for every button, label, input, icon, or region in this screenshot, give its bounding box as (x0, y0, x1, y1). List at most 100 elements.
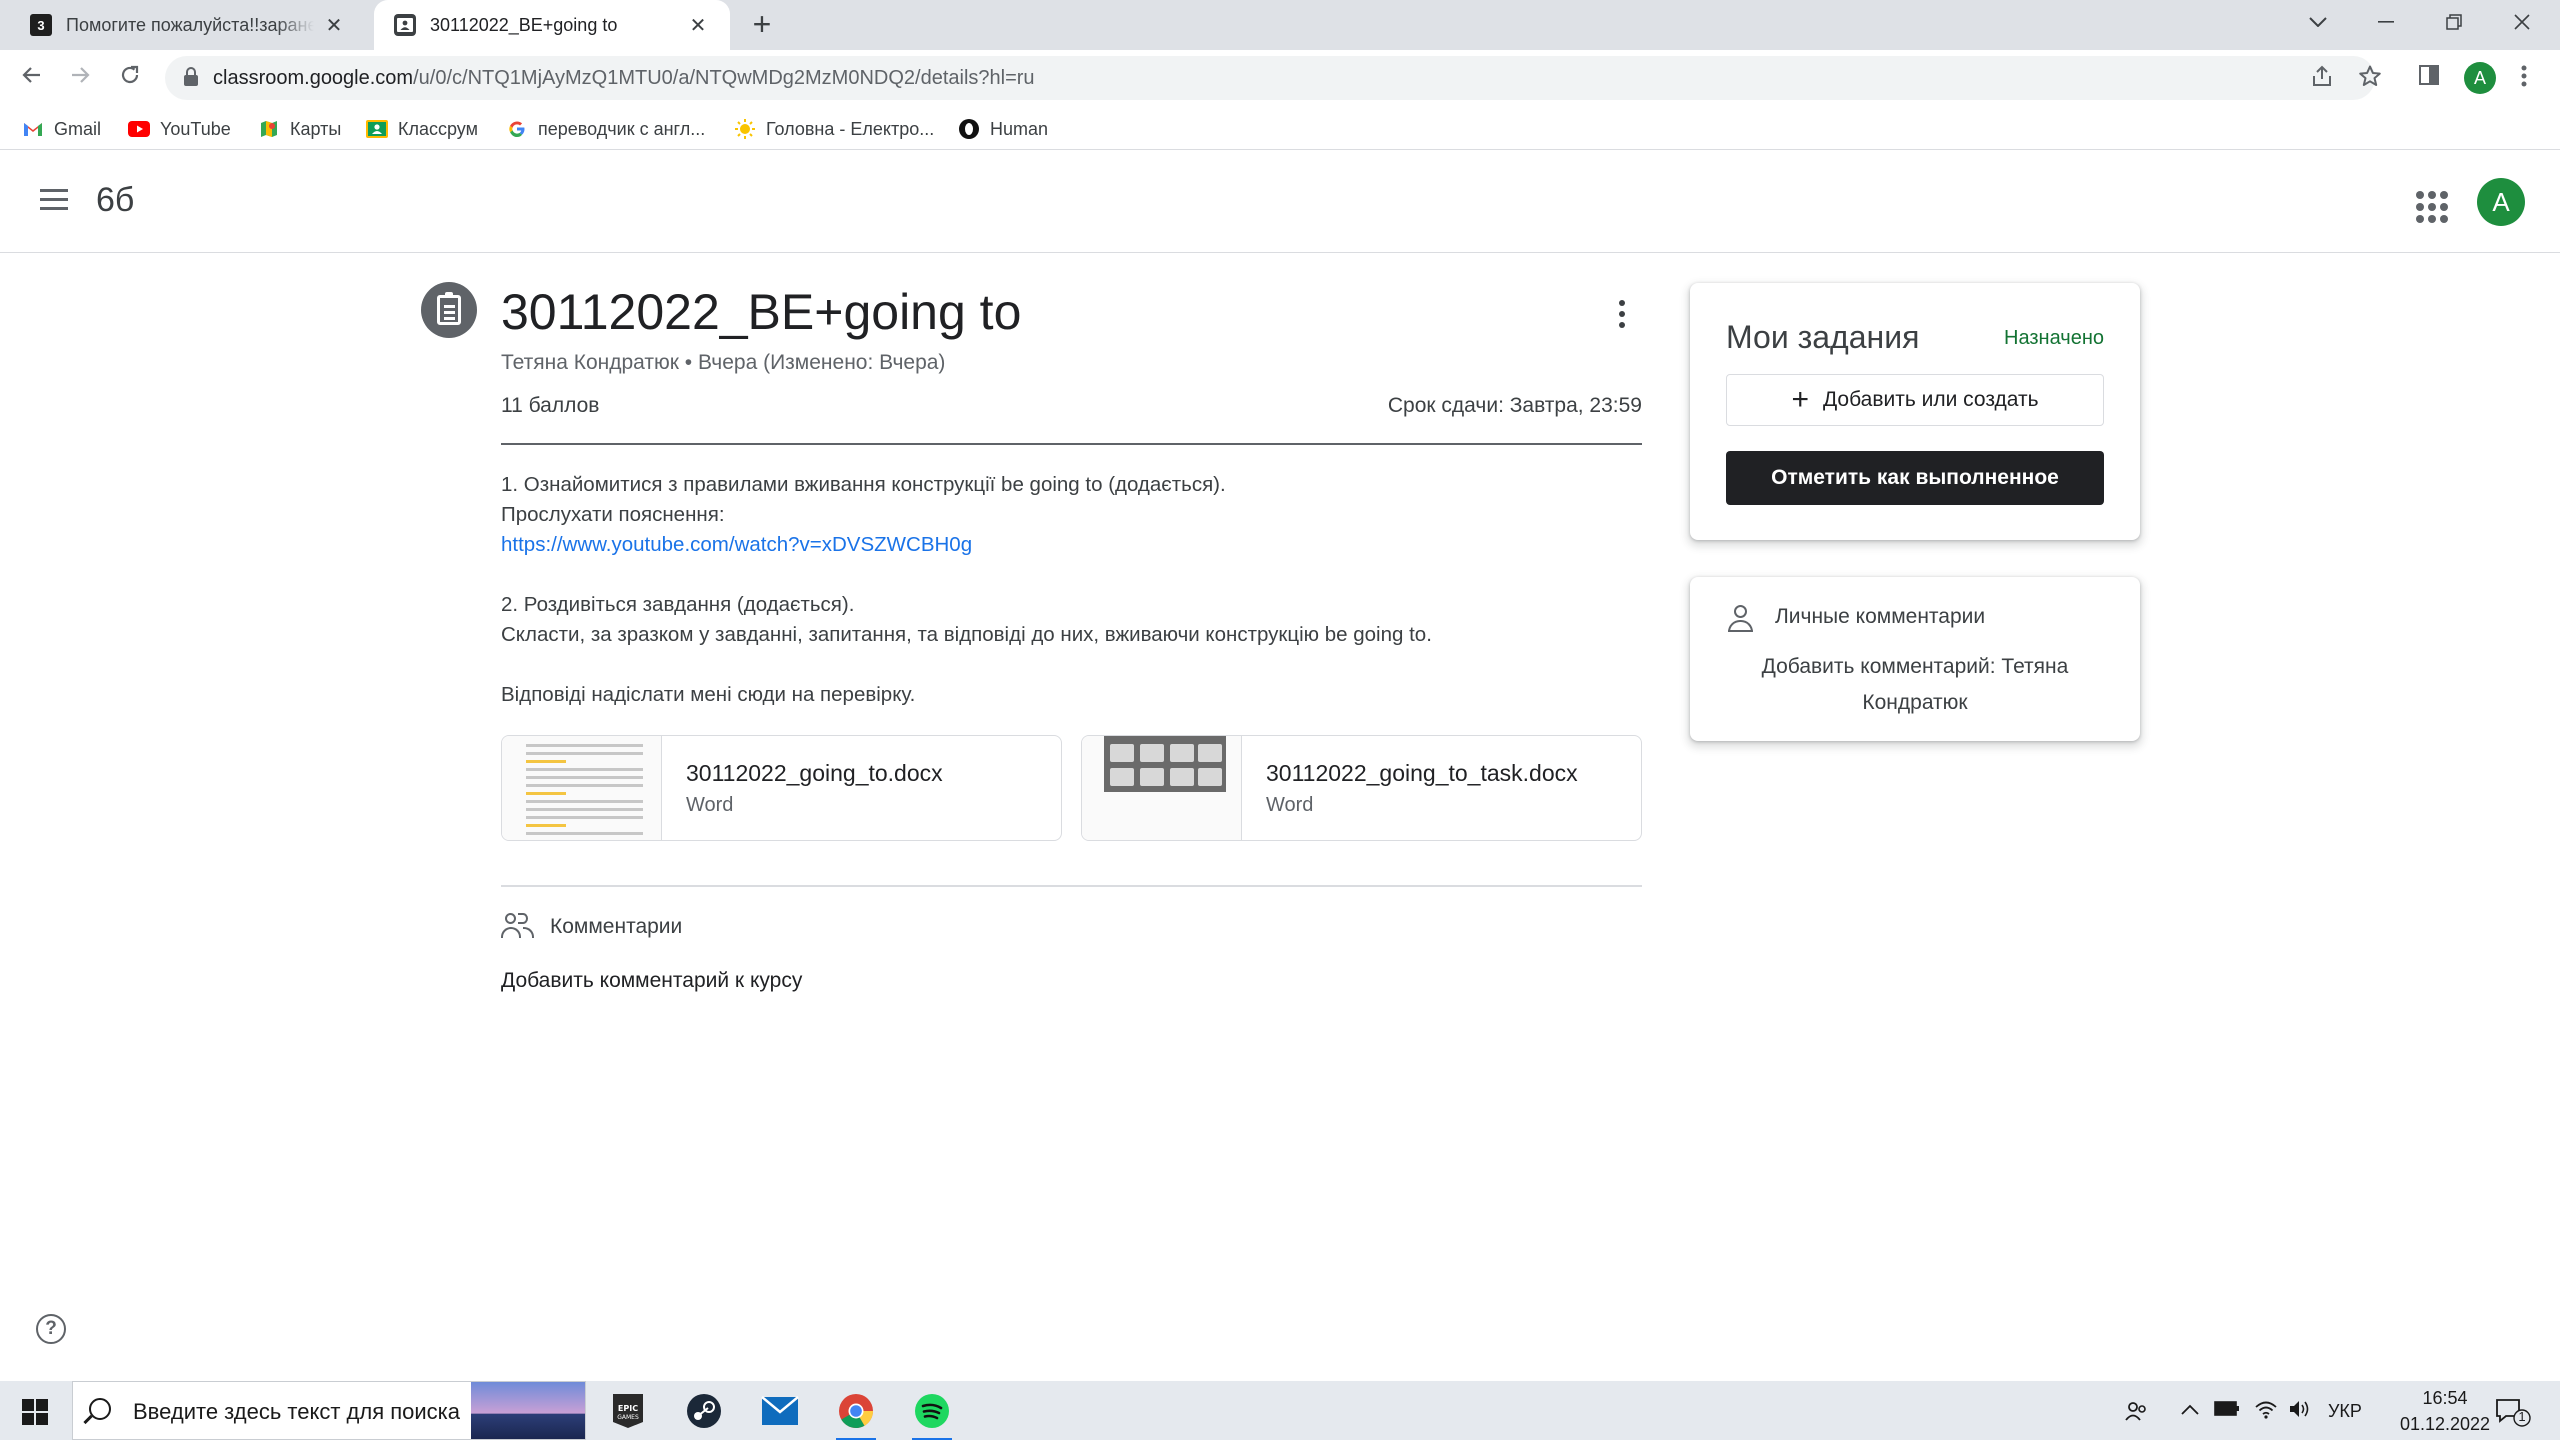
description-line: 2. Роздивіться завдання (додається). (501, 593, 855, 616)
bookmark-electro[interactable]: Головна - Електро... (734, 116, 934, 142)
status-badge: Назначено (2004, 327, 2104, 349)
bookmark-label: Human (990, 118, 1049, 139)
tab-title: Помогите пожалуйста!!заранее спасибо (66, 14, 314, 35)
more-options-icon[interactable] (1610, 298, 1634, 330)
spotify-icon[interactable] (908, 1387, 956, 1440)
steam-icon[interactable] (680, 1387, 728, 1435)
notification-count: 1 (2518, 1409, 2526, 1424)
attachment-card[interactable]: 30112022_going_to_task.docx Word (1081, 735, 1642, 841)
forward-icon[interactable] (62, 62, 98, 94)
taskbar-search-placeholder: Введите здесь текст для поиска (133, 1399, 461, 1424)
bookmark-gmail[interactable]: Gmail (22, 116, 101, 142)
add-class-comment-button[interactable]: Добавить комментарий к курсу (501, 969, 802, 993)
url-text: classroom.google.com/u/0/c/NTQ1MjAyMzQ1M… (213, 67, 1035, 90)
bookmark-label: Карты (290, 118, 342, 139)
class-name[interactable]: 6б (96, 181, 134, 220)
person-icon (1728, 605, 1754, 633)
url-host: classroom.google.com (213, 67, 414, 89)
description-blank (501, 560, 1642, 590)
sun-icon (734, 118, 756, 140)
bookmarks-bar: Gmail YouTube Карты Классрум переводчик … (0, 106, 2560, 150)
close-tab-icon[interactable]: ✕ (686, 13, 710, 38)
main-menu-icon[interactable] (34, 183, 74, 223)
battery-icon[interactable] (2214, 1399, 2240, 1423)
epic-games-icon[interactable]: EPIC GAMES (604, 1387, 652, 1435)
account-avatar[interactable]: A (2477, 178, 2525, 226)
browser-tab-inactive[interactable]: 3 Помогите пожалуйста!!заранее спасибо ✕ (10, 0, 366, 50)
language-indicator[interactable]: УКР (2328, 1401, 2362, 1422)
bookmark-maps[interactable]: Карты (258, 116, 341, 142)
bookmark-label: Головна - Електро... (766, 118, 935, 139)
volume-icon[interactable] (2288, 1399, 2312, 1425)
youtube-icon (128, 118, 150, 140)
chrome-icon[interactable] (832, 1387, 880, 1440)
classroom-favicon-icon (394, 14, 416, 36)
bookmark-classroom[interactable]: Классрум (366, 116, 478, 142)
close-tab-icon[interactable]: ✕ (322, 13, 346, 38)
side-panel-icon[interactable] (2418, 64, 2440, 93)
search-icon (89, 1398, 111, 1420)
attachment-card[interactable]: 30112022_going_to.docx Word (501, 735, 1062, 841)
mark-as-done-button[interactable]: Отметить как выполненное (1726, 451, 2104, 505)
people-icon (501, 912, 535, 940)
people-icon[interactable] (2124, 1399, 2148, 1429)
svg-text:EPIC: EPIC (618, 1404, 638, 1413)
browser-profile-avatar[interactable]: A (2464, 62, 2496, 94)
bookmark-label: переводчик с англ... (538, 118, 706, 139)
windows-start-icon[interactable] (22, 1399, 48, 1425)
chrome-menu-icon[interactable] (2520, 64, 2528, 95)
new-tab-button[interactable]: + (744, 8, 780, 44)
show-hidden-icons-chevron-icon[interactable] (2180, 1399, 2200, 1422)
notification-center-icon[interactable]: 1 (2494, 1397, 2534, 1427)
private-comments-title: Личные комментарии (1775, 605, 1986, 628)
classroom-header: 6б A (0, 155, 2560, 253)
class-comments-label: Комментарии (550, 915, 683, 938)
document-thumbnail (502, 736, 662, 840)
description-line: 1. Ознайомитися з правилами вживання кон… (501, 473, 1226, 496)
my-work-card: Мои задания Назначено + Добавить или соз… (1690, 283, 2140, 540)
back-icon[interactable] (14, 62, 50, 94)
browser-tab-active[interactable]: 30112022_BE+going to ✕ (374, 0, 730, 50)
restore-window-icon[interactable] (2420, 0, 2488, 44)
wifi-icon[interactable] (2254, 1399, 2278, 1425)
add-or-create-button[interactable]: + Добавить или создать (1726, 374, 2104, 426)
assignment-due-date: Срок сдачи: Завтра, 23:59 (1387, 394, 1642, 417)
description-line: Скласти, за зразком у завданні, запитанн… (501, 623, 1432, 646)
tab-strip: 3 Помогите пожалуйста!!заранее спасибо ✕… (0, 0, 2560, 50)
description-blank (501, 650, 1642, 680)
minimize-window-icon[interactable] (2352, 0, 2420, 44)
attachment-name: 30112022_going_to.docx (686, 760, 943, 786)
bookmark-translator[interactable]: переводчик с англ... (506, 116, 705, 142)
reload-icon[interactable] (112, 62, 148, 94)
share-icon[interactable] (2310, 64, 2334, 95)
close-window-icon[interactable] (2488, 0, 2556, 44)
tab-title: 30112022_BE+going to (430, 14, 618, 35)
bookmark-human[interactable]: Human (958, 116, 1048, 142)
taskbar-search[interactable]: Введите здесь текст для поиска (72, 1381, 586, 1440)
address-bar[interactable]: classroom.google.com/u/0/c/NTQ1MjAyMzQ1M… (165, 56, 2375, 100)
attachment-type: Word (1266, 794, 1314, 816)
mail-icon[interactable] (756, 1387, 804, 1435)
attachment-type: Word (686, 794, 734, 816)
svg-text:GAMES: GAMES (617, 1414, 639, 1421)
assignment-title: 30112022_BE+going to (501, 284, 1022, 340)
private-comments-card: Личные комментарии Добавить комментарий:… (1690, 577, 2140, 741)
gmail-icon (22, 118, 44, 140)
clock-time: 16:54 (2422, 1388, 2468, 1408)
youtube-link[interactable]: https://www.youtube.com/watch?v=xDVSZWCB… (501, 530, 1642, 560)
bookmark-label: Классрум (398, 118, 478, 139)
bookmark-youtube[interactable]: YouTube (128, 116, 231, 142)
add-or-create-label: Добавить или создать (1822, 388, 2039, 411)
assignment-icon (421, 282, 477, 338)
document-thumbnail (1082, 736, 1242, 840)
help-icon[interactable]: ? (36, 1314, 66, 1344)
search-highlight-image (471, 1382, 585, 1439)
assignment-meta: Тетяна Кондратюк • Вчера (Изменено: Вчер… (501, 351, 946, 374)
plus-icon: + (1791, 383, 1809, 416)
system-clock[interactable]: 16:54 01.12.2022 (2390, 1385, 2500, 1437)
bookmark-star-icon[interactable] (2358, 64, 2382, 95)
tab-search-chevron-icon[interactable] (2284, 0, 2352, 44)
add-private-comment-button[interactable]: Добавить комментарий: Тетяна Кондратюк (1730, 649, 2100, 721)
lock-icon[interactable] (183, 67, 199, 92)
google-apps-icon[interactable] (2410, 185, 2448, 223)
